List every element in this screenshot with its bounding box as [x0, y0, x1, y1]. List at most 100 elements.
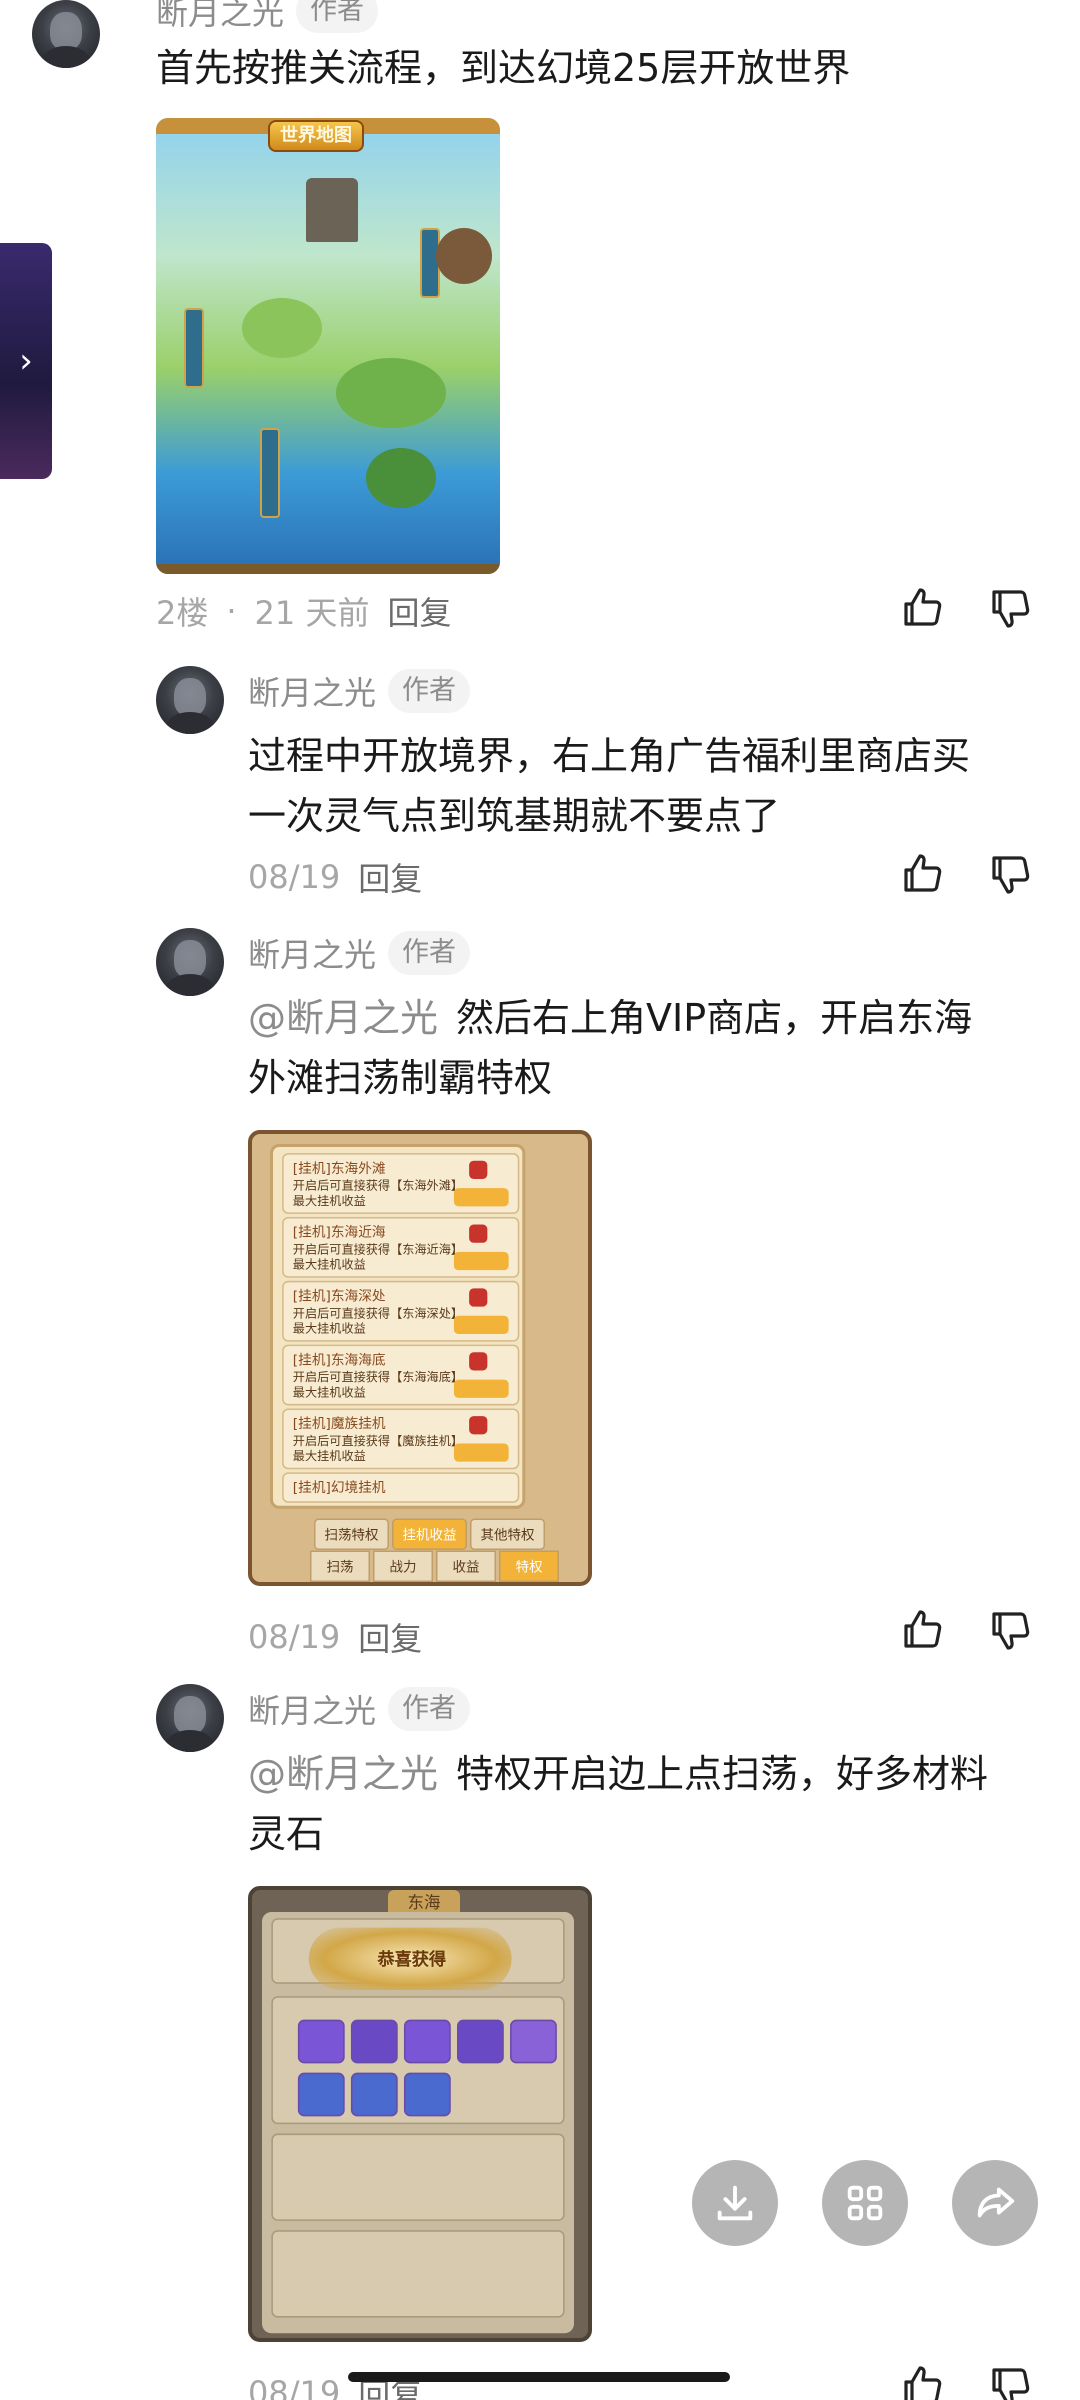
shop-item: [挂机]东海深处 开启后可直接获得【东海深处】最大挂机收益	[282, 1280, 520, 1342]
share-icon	[977, 2187, 1015, 2218]
comment-text-line: @断月之光 特权开启边上点扫荡，好多材料	[248, 1744, 988, 1804]
map-pillar	[184, 308, 204, 388]
shop-item-desc: 开启后可直接获得【东海外滩】最大挂机收益	[292, 1178, 457, 1208]
comment-image-vip-shop[interactable]: [挂机]东海外滩 开启后可直接获得【东海外滩】最大挂机收益 [挂机]东海近海 开…	[248, 1130, 592, 1586]
author-badge: 作者	[388, 669, 471, 713]
shop-item: [挂机]东海海底 开启后可直接获得【东海海底】最大挂机收益	[282, 1344, 520, 1406]
buy-button	[453, 1315, 509, 1334]
thumbs-down-icon[interactable]	[986, 1606, 1034, 1654]
map-island	[242, 298, 322, 358]
reward-banner-label: 恭喜获得	[377, 1949, 447, 1970]
timestamp: 08/19	[248, 2374, 341, 2400]
timestamp: 08/19	[248, 858, 341, 896]
more-apps-button[interactable]	[822, 2160, 908, 2246]
comment-text-line: @断月之光 然后右上角VIP商店，开启东海	[248, 988, 972, 1048]
shop-tab: 其他特权	[470, 1518, 546, 1550]
item-icon	[457, 2019, 504, 2064]
shop-item-title: [挂机]东海外滩	[292, 1162, 386, 1178]
avatar[interactable]	[32, 0, 100, 68]
thumbs-down-icon[interactable]	[986, 2362, 1034, 2400]
thumbs-up-icon[interactable]	[898, 584, 946, 632]
currency-icon	[469, 1416, 488, 1435]
username[interactable]: 断月之光	[248, 668, 376, 714]
reward-row	[271, 2230, 565, 2318]
comment-header: 断月之光 作者	[156, 0, 379, 34]
timestamp: 08/19	[248, 1618, 341, 1656]
map-title-banner: 世界地图	[268, 120, 364, 152]
shop-bottom-tab: 收益	[436, 1550, 497, 1582]
username[interactable]: 断月之光	[156, 0, 284, 34]
item-icon	[350, 2072, 398, 2117]
comment-meta: 2楼 · 21 天前 回复	[156, 588, 451, 634]
thumbs-up-icon[interactable]	[898, 2362, 946, 2400]
reward-row	[271, 2133, 565, 2221]
comment-header: 断月之光 作者	[248, 1686, 471, 1732]
shop-bottom-tab: 战力	[373, 1550, 434, 1582]
comment-text-line: 过程中开放境界，右上角广告福利里商店买	[248, 734, 971, 778]
comment-header: 断月之光 作者	[248, 930, 471, 976]
shop-bottom-tab: 扫荡	[310, 1550, 371, 1582]
comment-text: @断月之光 然后右上角VIP商店，开启东海 外滩扫荡制霸特权	[248, 988, 972, 1108]
grid-icon	[847, 2185, 883, 2221]
currency-icon	[469, 1288, 488, 1307]
shop-item: [挂机]东海近海 开启后可直接获得【东海近海】最大挂机收益	[282, 1216, 520, 1278]
mention-link[interactable]: @断月之光	[248, 1752, 438, 1796]
username[interactable]: 断月之光	[248, 930, 376, 976]
thumbs-up-icon[interactable]	[898, 1606, 946, 1654]
author-badge: 作者	[296, 0, 379, 33]
avatar[interactable]	[156, 666, 224, 734]
reply-button[interactable]: 回复	[358, 1614, 422, 1660]
thumbs-down-icon[interactable]	[986, 584, 1034, 632]
shop-item: [挂机]东海外滩 开启后可直接获得【东海外滩】最大挂机收益	[282, 1153, 520, 1214]
side-drawer-tab[interactable]: ›	[0, 243, 52, 479]
chevron-right-icon: ›	[19, 341, 33, 381]
comment-text-line: 外滩扫荡制霸特权	[248, 1056, 553, 1100]
mention-link[interactable]: @断月之光	[248, 996, 438, 1040]
currency-icon	[469, 1352, 488, 1371]
item-icon	[403, 2019, 451, 2064]
buy-button	[453, 1379, 509, 1398]
comment-header: 断月之光 作者	[248, 668, 471, 714]
shop-item-desc: 开启后可直接获得【东海海底】最大挂机收益	[292, 1370, 457, 1400]
item-icon	[350, 2019, 398, 2064]
thumbs-down-icon[interactable]	[986, 850, 1034, 898]
map-tower	[306, 178, 358, 242]
comment-image-world-map[interactable]: 世界地图	[156, 118, 500, 574]
comment-text-line: 一次灵气点到筑基期就不要点了	[248, 794, 781, 838]
shop-tabs: 扫荡特权 挂机收益 其他特权	[314, 1518, 546, 1550]
buy-button	[453, 1443, 509, 1462]
image-frame	[156, 564, 500, 574]
shop-item-title: [挂机]东海深处	[292, 1289, 386, 1306]
avatar[interactable]	[156, 1684, 224, 1752]
reply-button[interactable]: 回复	[387, 588, 451, 634]
map-pillar	[260, 428, 280, 518]
reply-button[interactable]: 回复	[358, 854, 422, 900]
buy-button	[453, 1188, 509, 1207]
author-badge: 作者	[388, 931, 471, 975]
item-icon	[297, 2072, 345, 2117]
map-island	[436, 228, 492, 284]
comment-image-reward[interactable]: 东海 恭喜获得	[248, 1886, 592, 2342]
shop-bottom-tabs: 扫荡 战力 收益 特权	[310, 1550, 560, 1582]
shop-item-title: [挂机]魔族挂机	[292, 1417, 386, 1433]
comment-text: 首先按推关流程，到达幻境25层开放世界	[156, 46, 851, 90]
item-icon	[403, 2072, 451, 2117]
comment-text-content: 特权开启边上点扫荡，好多材料	[456, 1752, 989, 1796]
comment-meta: 08/19 回复	[248, 1614, 422, 1660]
comment-text: 过程中开放境界，右上角广告福利里商店买 一次灵气点到筑基期就不要点了	[248, 726, 970, 846]
avatar[interactable]	[156, 928, 224, 996]
home-indicator[interactable]	[348, 2372, 730, 2382]
thumbs-up-icon[interactable]	[898, 850, 946, 898]
meta-separator: ·	[226, 592, 237, 630]
shop-item-title: [挂机]幻境挂机	[292, 1481, 386, 1497]
comment-text-line: 灵石	[248, 1812, 325, 1856]
map-island	[336, 358, 446, 428]
comment-meta: 08/19 回复	[248, 854, 422, 900]
currency-icon	[469, 1160, 488, 1179]
share-button[interactable]	[952, 2160, 1038, 2246]
username[interactable]: 断月之光	[248, 1686, 376, 1732]
shop-item-desc: 开启后可直接获得【东海近海】最大挂机收益	[292, 1242, 457, 1272]
shop-panel: [挂机]东海外滩 开启后可直接获得【东海外滩】最大挂机收益 [挂机]东海近海 开…	[270, 1144, 526, 1509]
download-button[interactable]	[692, 2160, 778, 2246]
shop-tab: 扫荡特权	[314, 1518, 390, 1550]
